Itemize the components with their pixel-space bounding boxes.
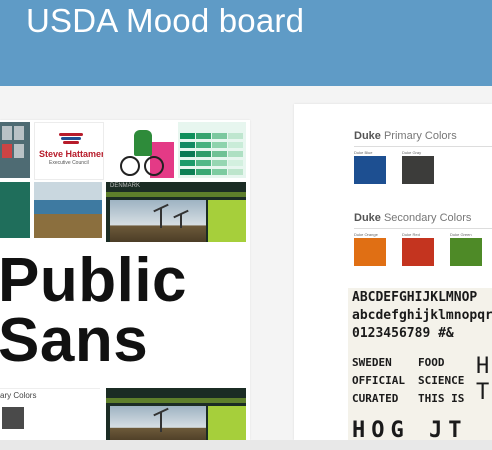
swatch-duke-red xyxy=(402,238,434,266)
type-line: ABCDEFGHIJKLMNOP xyxy=(352,290,478,305)
turbine-icon xyxy=(160,412,162,432)
type-word: OFFICIAL xyxy=(352,374,405,387)
type-word: THIS IS xyxy=(418,392,465,405)
site-header-label: DENMARK xyxy=(110,183,141,189)
wheel-icon xyxy=(120,156,140,176)
type-letters-large: HOG JT xyxy=(352,418,468,440)
moodboard-right-image[interactable]: Duke Primary Colors Duke Blue Duke Gray … xyxy=(294,104,492,440)
bottom-strip xyxy=(0,440,492,450)
type-specimen-public-sans: Public Sans xyxy=(0,250,250,380)
thumbnail-cyclist xyxy=(106,122,174,178)
type-specimen-line: Public xyxy=(0,246,188,315)
type-line: 0123456789 #& xyxy=(352,326,454,341)
primary-colors-title: Duke Primary Colors xyxy=(354,130,457,142)
logo-subtitle: Executive Council xyxy=(49,160,89,166)
thumbnail-wind-turbine-site-2 xyxy=(106,388,246,442)
swatch-label: Duke Blue xyxy=(354,150,373,155)
type-specimen-mono: ABCDEFGHIJKLMNOP abcdefghijklmnopqrs 012… xyxy=(348,288,492,440)
color-swatch xyxy=(2,407,24,429)
swatch-label: Duke Green xyxy=(450,232,472,237)
app-header: USDA Mood board xyxy=(0,0,492,86)
swatch-duke-orange xyxy=(354,238,386,266)
turbine-icon xyxy=(160,208,162,228)
type-word: SCIENCE xyxy=(418,374,465,387)
type-word: FOOD xyxy=(418,356,445,369)
type-word: SWEDEN xyxy=(352,356,392,369)
swatch-duke-blue xyxy=(354,156,386,184)
thumbnail-wind-turbine-site: DENMARK xyxy=(106,182,246,242)
wheel-icon xyxy=(144,156,164,176)
thumbnail-green-palette xyxy=(178,122,246,178)
swatch-duke-gray xyxy=(402,156,434,184)
swatch-label: Duke Gray xyxy=(402,150,422,155)
type-letter: H xyxy=(476,354,490,379)
secondary-colors-title: Duke Secondary Colors xyxy=(354,212,472,224)
swatch-label: Duke Red xyxy=(402,232,420,237)
swatch-label: Duke Orange xyxy=(354,232,378,237)
type-letter: T xyxy=(476,380,490,405)
thumbnail-landscape-site xyxy=(34,182,102,238)
flag-logo-icon xyxy=(59,133,83,144)
logo-name: Steve Hattamer xyxy=(39,149,104,159)
thumbnail-palette: ary Colors xyxy=(0,388,100,443)
swatch-duke-green xyxy=(450,238,482,266)
type-line: abcdefghijklmnopqrs xyxy=(352,308,492,323)
cyclist-figure xyxy=(134,130,152,156)
page-title: USDA Mood board xyxy=(26,2,305,39)
moodboard-left-image[interactable]: Steve Hattamer Executive Council DENMARK… xyxy=(0,120,250,443)
wind-turbine-photo xyxy=(110,200,206,242)
thumbnail-teal-app xyxy=(0,182,30,238)
turbine-icon xyxy=(180,214,182,228)
type-word: CURATED xyxy=(352,392,399,405)
type-specimen-line: Sans xyxy=(0,306,149,375)
thumbnail-gray-ui xyxy=(0,122,30,178)
palette-label: ary Colors xyxy=(0,391,37,400)
thumbnail-logo: Steve Hattamer Executive Council xyxy=(34,122,104,180)
